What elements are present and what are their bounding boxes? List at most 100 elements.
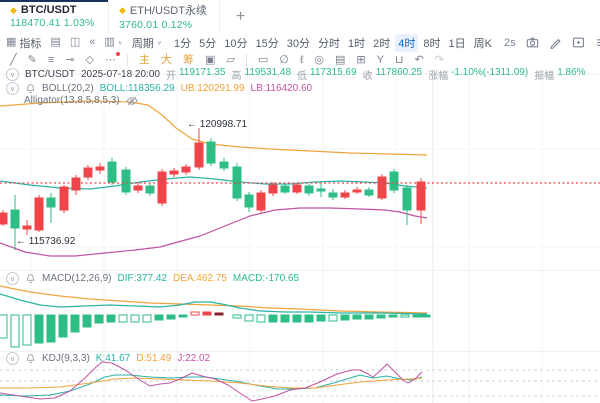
kdj-d-value: D:51.49 bbox=[136, 353, 171, 364]
boll-name: BOLL(20,2) bbox=[42, 83, 94, 94]
kline-style-icon[interactable]: ▣ bbox=[205, 55, 215, 66]
high-price-annotation: ← 120998.71 bbox=[187, 119, 247, 130]
amplitude-value: 1.86% bbox=[557, 67, 585, 82]
clipboard-icon[interactable]: ▤ bbox=[335, 55, 345, 66]
add-tab-button[interactable]: + bbox=[220, 0, 261, 33]
chart-style-icon[interactable]: ▥∨ bbox=[104, 37, 123, 48]
undo-icon[interactable]: ↶ bbox=[415, 55, 424, 66]
trash-icon[interactable]: ⊔ bbox=[395, 55, 404, 66]
period-dropdown[interactable]: 周期∨ bbox=[132, 35, 162, 51]
kdj-k-value: K:41.67 bbox=[96, 353, 130, 364]
trading-app: ◆ BTC/USDT 118470.41 1.03% ◆ ETH/USDT永续 … bbox=[0, 0, 600, 403]
high-label: 高 bbox=[232, 67, 242, 82]
draw-icon[interactable] bbox=[549, 36, 562, 49]
timeframe-4时[interactable]: 4时 bbox=[395, 34, 418, 52]
collapse-chevron-icon[interactable]: ∨ bbox=[6, 82, 19, 95]
magnet-icon[interactable]: ◎ bbox=[314, 55, 324, 66]
toolbar-divider bbox=[127, 54, 128, 66]
timeframe-30分[interactable]: 30分 bbox=[284, 34, 313, 52]
indicator-button[interactable]: ▦ 指标 bbox=[6, 35, 41, 51]
alligator-row: Alligator(13,8,5,8,5,3) bbox=[24, 95, 138, 106]
low-value: 117315.69 bbox=[310, 67, 357, 82]
close-label: 收 bbox=[363, 67, 373, 82]
timeframe-8时[interactable]: 8时 bbox=[420, 34, 443, 52]
main-toolbar: ▦ 指标 ▤ ◫ « ▥∨ 周期∨ 1分5分10分15分30分分时1时2时4时8时1日… bbox=[0, 33, 600, 53]
brush-tool-icon[interactable]: ✎ bbox=[28, 55, 37, 66]
boll-mid-value: BOLL:118356.29 bbox=[100, 83, 175, 94]
boll-ub-value: UB:120291.99 bbox=[181, 83, 245, 94]
amplitude-label: 振幅 bbox=[534, 67, 554, 82]
symbol-diamond-icon: ◆ bbox=[10, 6, 17, 15]
ohlc-datetime: 2025-07-18 20:00 bbox=[81, 69, 160, 80]
eye-off-icon[interactable] bbox=[126, 96, 138, 106]
tab-symbol: BTC/USDT bbox=[21, 4, 77, 16]
alert-bell-icon[interactable] bbox=[25, 273, 36, 284]
add-pane-icon[interactable] bbox=[572, 36, 585, 49]
main-chart-button[interactable]: 主 bbox=[139, 55, 150, 66]
layout-list-icon[interactable] bbox=[595, 36, 600, 49]
close-value: 117860.25 bbox=[376, 67, 423, 82]
drawing-toolbar: ╱ ✎ ≡ ⊸ ◇ ⋯ 主大筹 ▣ ▱ ▭ ∅ ℓ ◎ ▤ ⊞ Y ⊔ ↶ ↷ bbox=[0, 52, 600, 68]
symbol-diamond-icon: ◆ bbox=[119, 6, 126, 15]
redo-icon[interactable]: ↷ bbox=[435, 55, 444, 66]
timeframe-1日[interactable]: 1日 bbox=[446, 34, 469, 52]
add-panel-icon[interactable]: ⊞ bbox=[356, 55, 365, 66]
rect-select-icon[interactable]: ▭ bbox=[258, 55, 268, 66]
timeframe-10分[interactable]: 10分 bbox=[221, 34, 250, 52]
measure-tool-icon[interactable]: ⊸ bbox=[65, 55, 74, 66]
tab-btcusdt[interactable]: ◆ BTC/USDT 118470.41 1.03% bbox=[0, 0, 109, 33]
save-layout-icon[interactable]: ▤ bbox=[50, 37, 60, 48]
replay-speed-label[interactable]: 2s bbox=[504, 37, 516, 49]
collapse-chevron-icon[interactable]: ∨ bbox=[6, 68, 19, 81]
ohlc-symbol: BTC/USDT bbox=[25, 69, 75, 80]
figure-tool-icon[interactable]: ▱ bbox=[226, 55, 234, 66]
collapse-chevron-icon[interactable]: ∨ bbox=[6, 352, 19, 365]
chevron-down-icon: ∨ bbox=[157, 39, 162, 45]
macd-name: MACD(12,26,9) bbox=[42, 273, 111, 284]
alligator-name: Alligator(13,8,5,8,5,3) bbox=[24, 95, 120, 106]
shape-tool-icon[interactable]: ◇ bbox=[85, 55, 93, 66]
tab-ethusdt[interactable]: ◆ ETH/USDT永续 3760.01 0.12% bbox=[109, 0, 220, 33]
replay-icon[interactable]: « bbox=[89, 37, 95, 48]
timeframe-分时[interactable]: 分时 bbox=[315, 34, 343, 52]
macd-dea-value: DEA:462.75 bbox=[173, 273, 227, 284]
ohlc-row: ∨ BTC/USDT 2025-07-18 20:00 开119171.35 高… bbox=[6, 67, 586, 82]
camera-icon[interactable] bbox=[526, 36, 539, 49]
change-value: -1.10%(-1311.09) bbox=[451, 67, 528, 82]
fib-tool-icon[interactable]: ≡ bbox=[48, 55, 54, 66]
compare-icon[interactable]: ◫ bbox=[70, 37, 80, 48]
indicator-icon: ▦ bbox=[6, 37, 16, 48]
eraser-icon[interactable]: ∅ bbox=[279, 55, 289, 66]
tab-symbol: ETH/USDT永续 bbox=[130, 2, 207, 18]
collapse-chevron-icon[interactable]: ∨ bbox=[6, 272, 19, 285]
kdj-row: ∨ KDJ(9,3,3) K:41.67 D:51.49 J:22.02 bbox=[6, 352, 210, 365]
filter-icon[interactable]: Y bbox=[377, 55, 384, 66]
open-value: 119171.35 bbox=[179, 67, 226, 82]
more-tools-icon[interactable]: ⋯ bbox=[105, 55, 116, 66]
tab-price: 3760.01 0.12% bbox=[119, 19, 207, 31]
timeframe-1时[interactable]: 1时 bbox=[345, 34, 368, 52]
alert-bell-icon[interactable] bbox=[25, 353, 36, 364]
macd-row: ∨ MACD(12,26,9) DIF:377.42 DEA:462.75 MA… bbox=[6, 272, 299, 285]
timeframe-1分[interactable]: 1分 bbox=[171, 34, 194, 52]
timeframe-15分[interactable]: 15分 bbox=[253, 34, 282, 52]
boll-lb-value: LB:116420.60 bbox=[251, 83, 313, 94]
boll-row: ∨ BOLL(20,2) BOLL:118356.29 UB:120291.99… bbox=[6, 82, 312, 95]
low-label: 低 bbox=[297, 67, 307, 82]
high-value: 119531.48 bbox=[245, 67, 292, 82]
timeframe-周K[interactable]: 周K bbox=[471, 34, 495, 52]
timeframe-2时[interactable]: 2时 bbox=[370, 34, 393, 52]
macd-hist-value: MACD:-170.65 bbox=[233, 273, 299, 284]
timeframe-5分[interactable]: 5分 bbox=[196, 34, 219, 52]
alert-bell-icon[interactable] bbox=[25, 83, 36, 94]
low-price-annotation: ← 115736.92 bbox=[16, 236, 75, 247]
chip-chart-button[interactable]: 筹 bbox=[183, 55, 194, 66]
trendline-tool-icon[interactable]: ╱ bbox=[10, 55, 17, 66]
symbol-tabbar: ◆ BTC/USDT 118470.41 1.03% ◆ ETH/USDT永续 … bbox=[0, 0, 600, 34]
change-label: 涨幅 bbox=[428, 67, 448, 82]
large-chart-button[interactable]: 大 bbox=[161, 55, 172, 66]
kdj-name: KDJ(9,3,3) bbox=[42, 353, 90, 364]
tab-price: 118470.41 1.03% bbox=[10, 17, 96, 29]
ruler-icon[interactable]: ℓ bbox=[300, 55, 304, 66]
open-label: 开 bbox=[166, 67, 176, 82]
